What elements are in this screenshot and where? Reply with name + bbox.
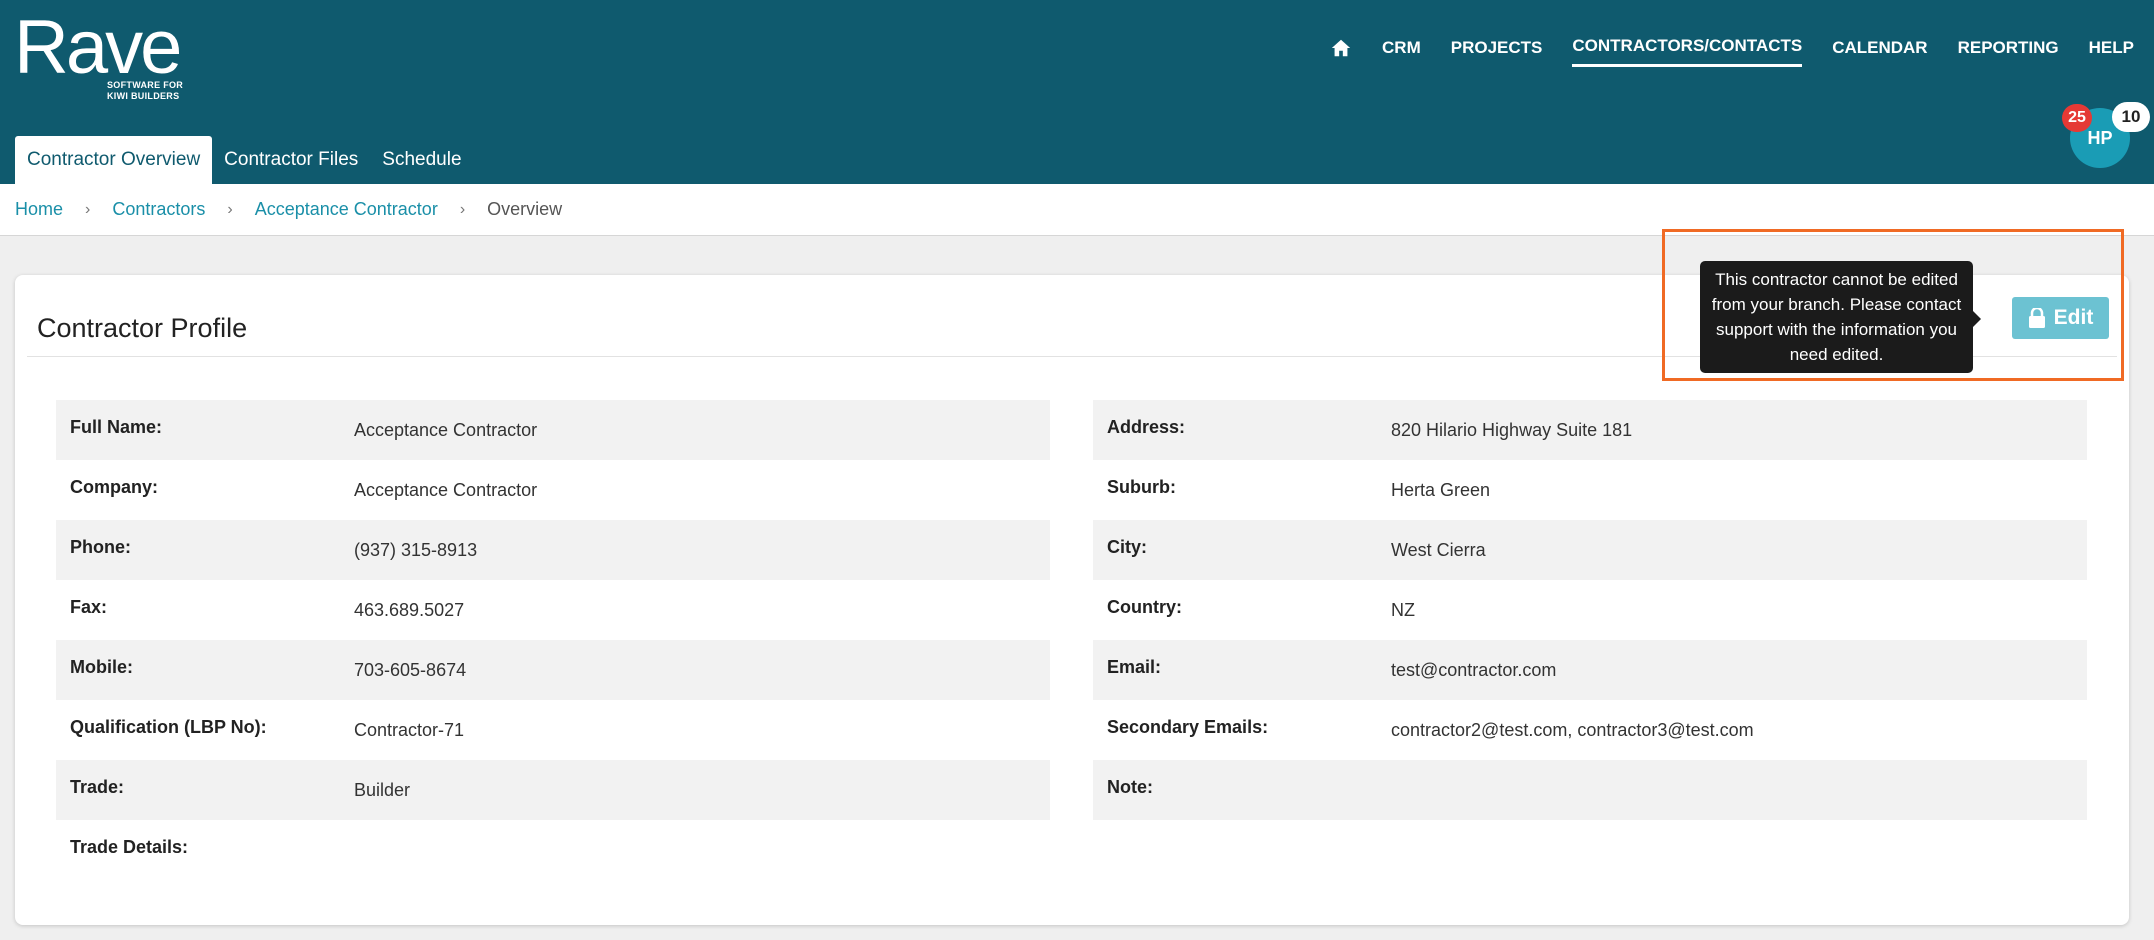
top-header: Rave SOFTWARE FOR KIWI BUILDERS CRM PROJE…: [0, 0, 2154, 184]
field-label: Trade:: [70, 776, 125, 797]
nav-calendar[interactable]: CALENDAR: [1832, 38, 1927, 66]
tab-contractor-files[interactable]: Contractor Files: [212, 136, 370, 184]
field-label: Secondary Emails:: [1107, 716, 1269, 737]
field-value: 703-605-8674: [354, 659, 467, 680]
chevron-right-icon: ›: [459, 200, 466, 218]
field-label: Country:: [1107, 596, 1182, 617]
breadcrumb: Home › Contractors › Acceptance Contract…: [0, 184, 2154, 236]
page-title: Contractor Profile: [37, 313, 248, 343]
profile-details-right: Address: 820 Hilario Highway Suite 181 Sub…: [1093, 400, 2087, 820]
detail-row: Full Name: Acceptance Contractor: [56, 400, 1050, 460]
field-value: NZ: [1391, 599, 1415, 620]
lock-icon: [2028, 308, 2045, 328]
home-icon[interactable]: [1330, 37, 1352, 59]
notification-badge[interactable]: 25: [2062, 104, 2092, 132]
edit-disabled-tooltip: This contractor cannot be edited from yo…: [1700, 261, 1981, 373]
field-label: Note:: [1107, 776, 1153, 797]
detail-row: Note:: [1093, 760, 2087, 820]
main-nav: CRM PROJECTS CONTRACTORS/CONTACTS CALEND…: [1330, 36, 2134, 67]
tab-schedule[interactable]: Schedule: [370, 136, 473, 184]
tab-contractor-overview[interactable]: Contractor Overview: [15, 136, 213, 184]
contractor-subtabs: Contractor Overview Contractor Files Sch…: [15, 136, 474, 184]
nav-crm[interactable]: CRM: [1382, 38, 1421, 66]
breadcrumb-current: Overview: [487, 199, 563, 219]
nav-projects[interactable]: PROJECTS: [1451, 38, 1543, 66]
field-label: Phone:: [70, 536, 131, 557]
detail-row: Trade Details:: [56, 820, 1050, 880]
chevron-right-icon: ›: [85, 200, 91, 218]
field-value: Contractor-71: [354, 719, 465, 740]
field-value: Acceptance Contractor: [354, 479, 538, 500]
detail-row: Address: 820 Hilario Highway Suite 181: [1093, 400, 2087, 460]
field-label: Address:: [1107, 416, 1186, 437]
breadcrumb-contractor[interactable]: Acceptance Contractor: [255, 199, 438, 220]
detail-row: Qualification (LBP No): Contractor-71: [56, 700, 1050, 760]
detail-row: Fax: 463.689.5027: [56, 580, 1050, 640]
detail-row: Phone: (937) 315-8913: [56, 520, 1050, 580]
field-label: Fax:: [70, 596, 108, 617]
field-value: 820 Hilario Highway Suite 181: [1391, 419, 1633, 440]
edit-button-label: Edit: [2053, 306, 2094, 329]
field-value: (937) 315-8913: [354, 539, 478, 560]
message-badge[interactable]: 10: [2112, 102, 2150, 132]
detail-row: Mobile: 703-605-8674: [56, 640, 1050, 700]
nav-reporting[interactable]: REPORTING: [1958, 38, 2059, 66]
field-label: Mobile:: [70, 656, 133, 677]
nav-help[interactable]: HELP: [2089, 38, 2134, 66]
detail-row: Trade: Builder: [56, 760, 1050, 820]
logo-wordmark: Rave: [14, 5, 182, 90]
field-label: Qualification (LBP No):: [70, 716, 267, 737]
nav-contractors-contacts[interactable]: CONTRACTORS/CONTACTS: [1572, 36, 1803, 67]
field-value: test@contractor.com: [1391, 659, 1557, 680]
detail-row: Company: Acceptance Contractor: [56, 460, 1050, 520]
profile-details-left: Full Name: Acceptance Contractor Company: A…: [56, 400, 1050, 880]
field-value: contractor2@test.com, contractor3@test.c…: [1391, 719, 1754, 740]
logo-tagline: SOFTWARE FOR KIWI BUILDERS: [107, 80, 184, 101]
contractor-profile-card: Contractor Profile This contractor canno…: [15, 261, 2129, 925]
field-label: Suburb:: [1107, 476, 1176, 497]
field-label: City:: [1107, 536, 1147, 557]
field-value: Builder: [354, 779, 411, 800]
breadcrumb-contractors[interactable]: Contractors: [112, 199, 205, 220]
chevron-right-icon: ›: [227, 200, 233, 218]
detail-row: Country: NZ: [1093, 580, 2087, 640]
field-value: Acceptance Contractor: [354, 419, 538, 440]
field-label: Company:: [70, 476, 159, 497]
detail-row: Suburb: Herta Green: [1093, 460, 2087, 520]
field-label: Trade Details:: [70, 836, 189, 857]
field-value: Herta Green: [1391, 479, 1491, 500]
field-value: West Cierra: [1391, 539, 1486, 560]
field-value: 463.689.5027: [354, 599, 465, 620]
field-label: Full Name:: [70, 416, 163, 437]
breadcrumb-home[interactable]: Home: [15, 199, 63, 220]
rave-logo[interactable]: Rave SOFTWARE FOR KIWI BUILDERS: [14, 5, 183, 102]
detail-row: Secondary Emails: contractor2@test.com, c…: [1093, 700, 2087, 760]
detail-row: Email: test@contractor.com: [1093, 640, 2087, 700]
field-label: Email:: [1107, 656, 1162, 677]
edit-button[interactable]: Edit: [2012, 297, 2109, 339]
detail-row: City: West Cierra: [1093, 520, 2087, 580]
